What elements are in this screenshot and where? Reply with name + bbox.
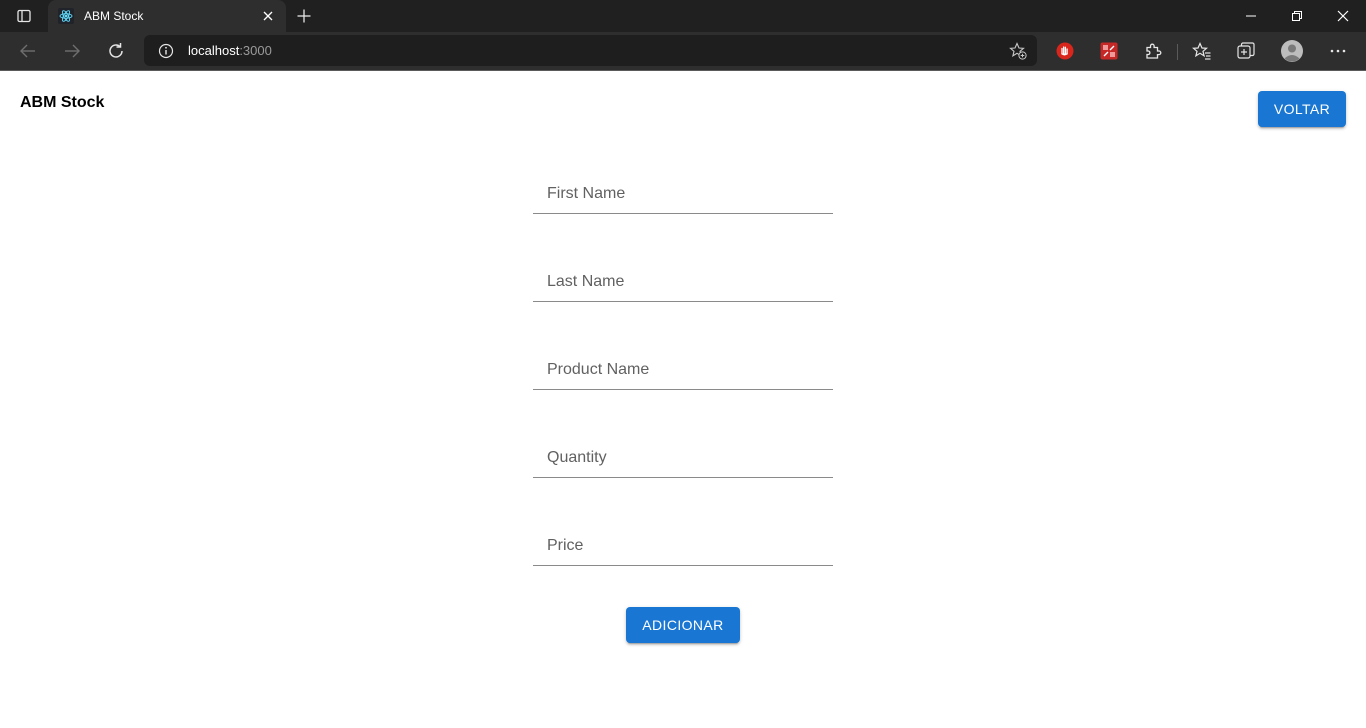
plus-icon [297,9,311,23]
first-name-input[interactable] [533,174,833,213]
react-icon [58,8,74,24]
voltar-button[interactable]: VOLTAR [1258,91,1346,127]
collections-icon[interactable] [1232,37,1260,65]
favorites-icon[interactable] [1188,37,1216,65]
page-content: ABM Stock VOLTAR ADICIONAR [0,72,1366,728]
reload-icon [109,43,123,58]
restore-icon [1292,11,1302,21]
more-options-icon[interactable] [1324,37,1352,65]
forward-button[interactable] [57,36,87,66]
tab-title: ABM Stock [84,9,144,23]
last-name-input[interactable] [533,262,833,301]
quantity-field [533,438,833,478]
product-name-input[interactable] [533,350,833,389]
close-icon [1337,10,1349,22]
toolbar-separator [1177,44,1178,60]
first-name-field [533,174,833,214]
url-host: localhost [188,43,240,58]
extension-icon[interactable] [1095,37,1123,65]
quantity-input[interactable] [533,438,833,477]
adicionar-button[interactable]: ADICIONAR [626,607,740,643]
add-favorite-icon[interactable] [1008,41,1028,61]
tab-actions-button[interactable] [0,0,48,32]
price-input[interactable] [533,526,833,565]
browser-titlebar: ABM Stock [0,0,1366,32]
reload-button[interactable] [101,36,131,66]
app-title: ABM Stock [20,94,105,111]
restore-button[interactable] [1274,0,1320,32]
tab-actions-icon [17,9,31,23]
url-text[interactable]: localhost:3000 [188,43,272,58]
profile-avatar-icon[interactable] [1278,37,1306,65]
adblock-extension-icon[interactable] [1051,37,1079,65]
close-window-button[interactable] [1320,0,1366,32]
puzzle-extensions-icon[interactable] [1139,37,1167,65]
product-name-field [533,350,833,390]
browser-tab-active[interactable]: ABM Stock [48,0,286,32]
address-bar[interactable]: localhost:3000 [144,35,1037,66]
last-name-field [533,262,833,302]
site-info-icon[interactable] [157,42,175,60]
price-field [533,526,833,566]
browser-toolbar: localhost:3000 [0,32,1366,71]
minimize-icon [1246,15,1256,17]
url-port: :3000 [239,43,272,58]
arrow-left-icon [20,44,35,58]
tab-close-icon[interactable] [260,8,276,24]
new-tab-button[interactable] [292,4,316,28]
back-button[interactable] [13,36,43,66]
arrow-right-icon [65,44,80,58]
minimize-button[interactable] [1228,0,1274,32]
